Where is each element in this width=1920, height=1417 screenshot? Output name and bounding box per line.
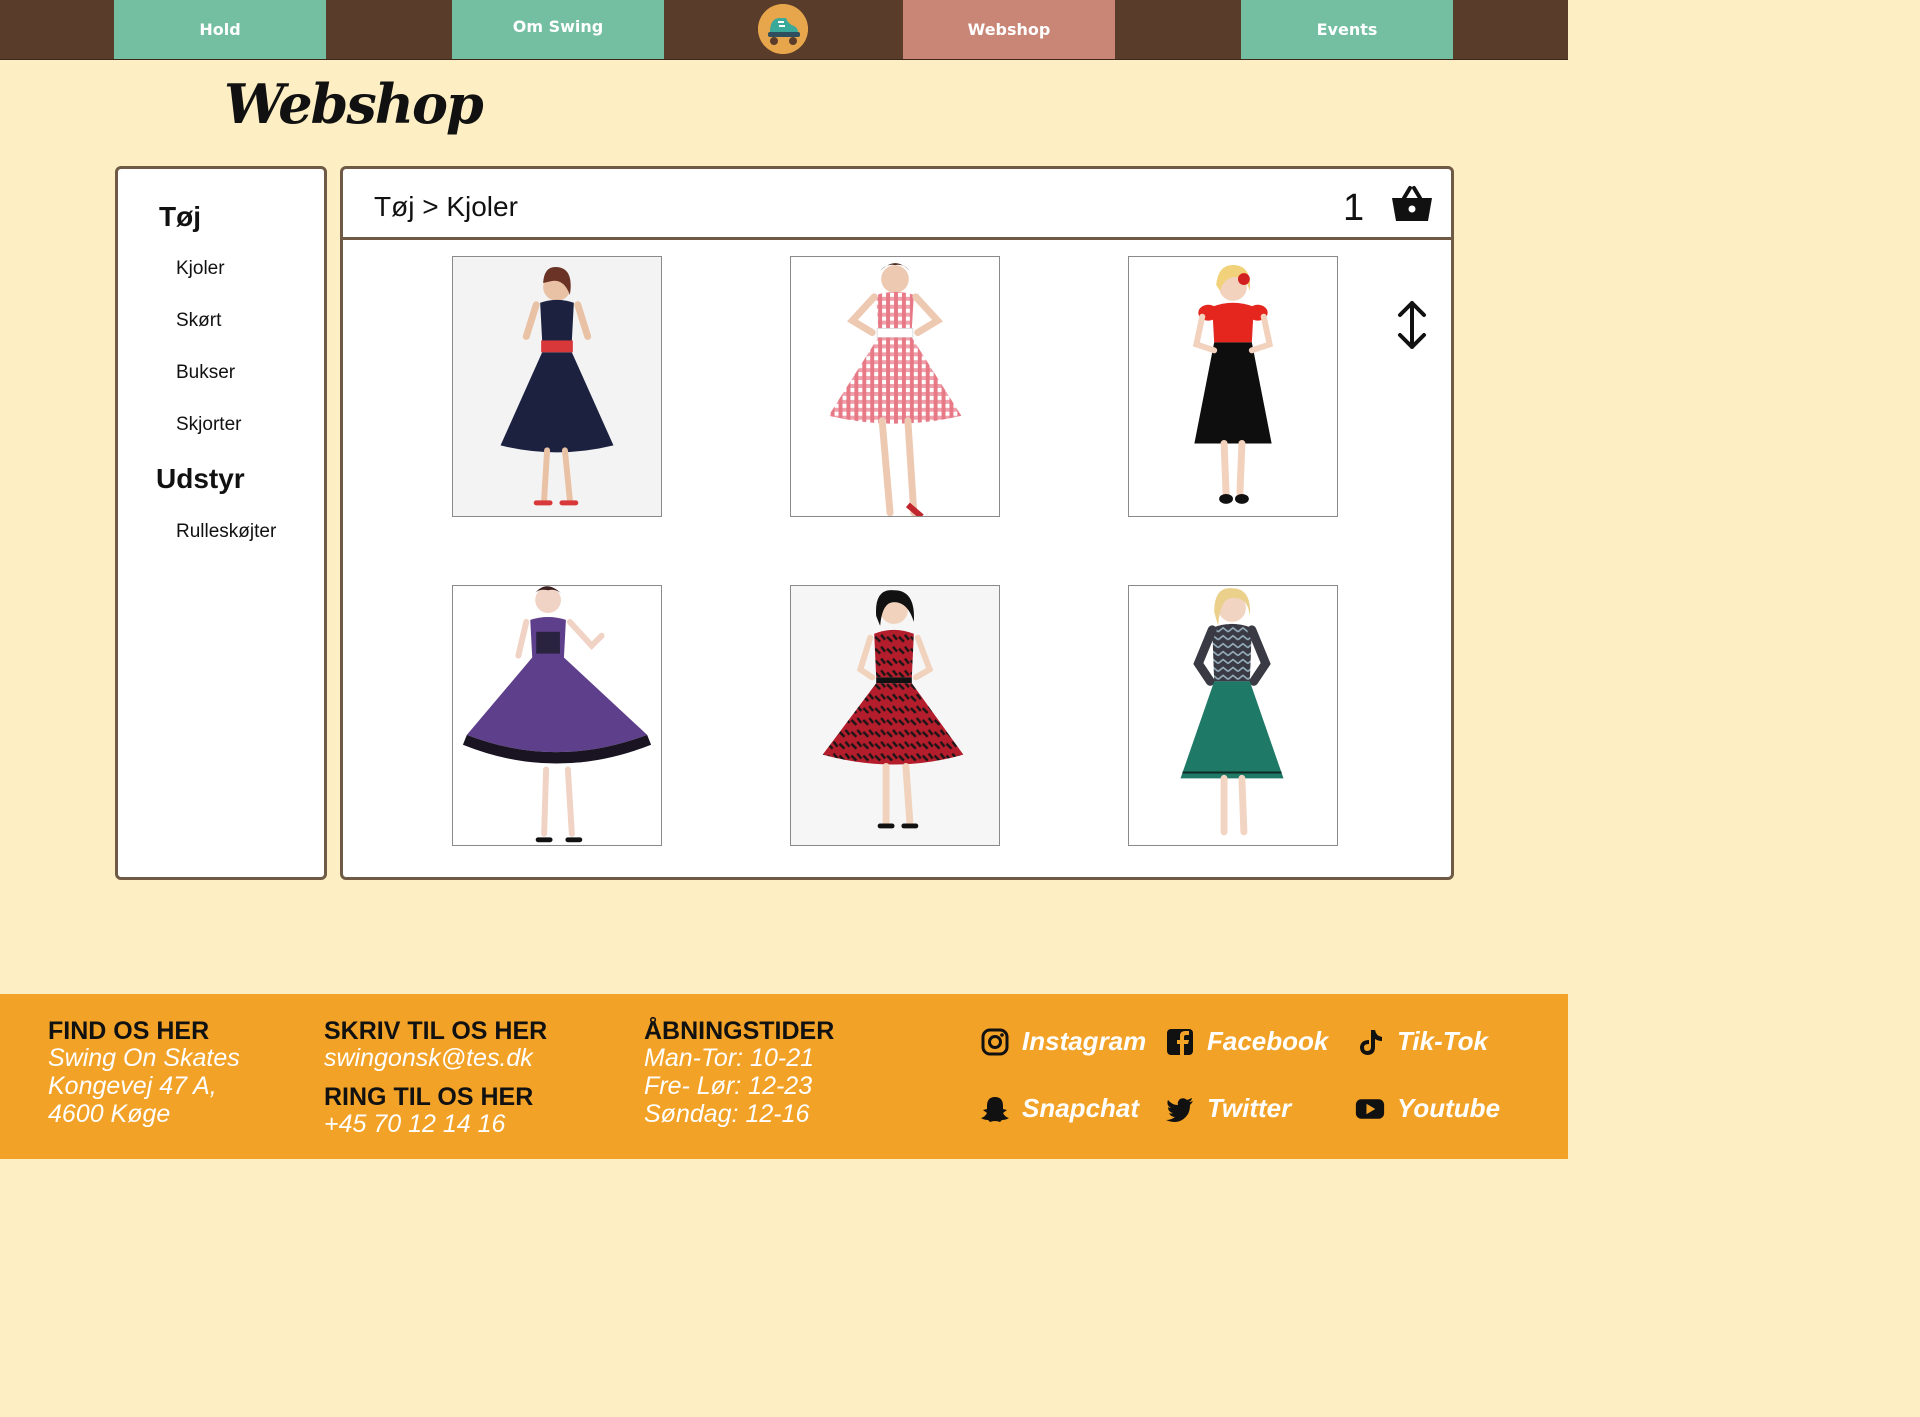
social-instagram[interactable]: Instagram xyxy=(980,1026,1146,1057)
nav-webshop[interactable]: Webshop xyxy=(903,0,1115,59)
product-card[interactable] xyxy=(452,256,662,517)
roller-skate-logo-icon[interactable] xyxy=(758,4,808,54)
dress-image xyxy=(1129,257,1337,516)
nav-om-swing-label: Om Swing xyxy=(512,17,604,36)
footer-hours-line: Fre- Lør: 12-23 xyxy=(644,1072,813,1100)
footer-hours-line: Man-Tor: 10-21 xyxy=(644,1044,814,1072)
nav-om-swing[interactable]: Om Swing xyxy=(452,0,664,59)
social-twitter[interactable]: Twitter xyxy=(1165,1093,1291,1124)
facebook-icon xyxy=(1167,1028,1193,1055)
footer-hours-line: Søndag: 12-16 xyxy=(644,1100,810,1128)
up-down-arrow-icon[interactable] xyxy=(1394,299,1430,351)
category-item-kjoler[interactable]: Kjoler xyxy=(176,258,225,280)
tiktok-icon xyxy=(1360,1029,1382,1055)
breadcrumb[interactable]: Tøj > Kjoler xyxy=(374,191,518,223)
top-navigation: Hold Om Swing Webshop Events xyxy=(0,0,1568,60)
basket-icon[interactable] xyxy=(1390,185,1434,223)
product-panel-header: Tøj > Kjoler 1 xyxy=(343,169,1451,240)
footer-write-heading: SKRIV TIL OS HER xyxy=(324,1017,548,1045)
youtube-icon xyxy=(1355,1098,1385,1119)
category-item-bukser[interactable]: Bukser xyxy=(176,362,235,384)
snapchat-icon xyxy=(981,1096,1009,1122)
product-card[interactable] xyxy=(790,585,1000,846)
category-item-skort[interactable]: Skørt xyxy=(176,310,221,332)
product-panel: Tøj > Kjoler 1 xyxy=(340,166,1454,880)
footer-find-heading: FIND OS HER xyxy=(48,1017,210,1045)
footer-email-link[interactable]: swingonsk@tes.dk xyxy=(324,1044,533,1072)
footer-call-heading: RING TIL OS HER xyxy=(324,1083,534,1111)
product-card[interactable] xyxy=(452,585,662,846)
social-instagram-label: Instagram xyxy=(1022,1026,1147,1056)
nav-events[interactable]: Events xyxy=(1241,0,1453,59)
cart-count: 1 xyxy=(1343,187,1365,229)
social-youtube-label: Youtube xyxy=(1397,1093,1501,1123)
social-twitter-label: Twitter xyxy=(1207,1093,1292,1123)
dress-image xyxy=(791,257,999,516)
footer-find-line: Swing On Skates xyxy=(48,1044,240,1072)
social-tiktok-label: Tik-Tok xyxy=(1397,1026,1489,1056)
instagram-icon xyxy=(981,1028,1009,1055)
dress-image xyxy=(453,586,661,845)
social-tiktok[interactable]: Tik-Tok xyxy=(1355,1026,1488,1057)
product-card[interactable] xyxy=(1128,585,1338,846)
social-snapchat[interactable]: Snapchat xyxy=(980,1093,1139,1124)
category-heading-toj[interactable]: Tøj xyxy=(159,201,201,233)
dress-image xyxy=(453,257,661,516)
category-item-rulleskojter[interactable]: Rulleskøjter xyxy=(176,521,276,543)
nav-events-label: Events xyxy=(1316,20,1378,39)
social-facebook-label: Facebook xyxy=(1207,1026,1329,1056)
page-title: Webshop xyxy=(224,72,484,136)
category-sidebar: Tøj Kjoler Skørt Bukser Skjorter Udstyr … xyxy=(115,166,327,880)
social-facebook[interactable]: Facebook xyxy=(1165,1026,1328,1057)
dress-image xyxy=(791,586,999,845)
nav-hold[interactable]: Hold xyxy=(114,0,326,59)
site-footer: FIND OS HER Swing On Skates Kongevej 47 … xyxy=(0,994,1568,1159)
social-youtube[interactable]: Youtube xyxy=(1355,1093,1500,1124)
footer-hours-heading: ÅBNINGSTIDER xyxy=(644,1017,835,1045)
dress-image xyxy=(1129,586,1337,845)
category-item-skjorter[interactable]: Skjorter xyxy=(176,414,241,436)
footer-find-line: 4600 Køge xyxy=(48,1100,171,1128)
product-card[interactable] xyxy=(790,256,1000,517)
product-card[interactable] xyxy=(1128,256,1338,517)
footer-phone[interactable]: +45 70 12 14 16 xyxy=(324,1110,505,1138)
social-snapchat-label: Snapchat xyxy=(1022,1093,1140,1123)
footer-find-line: Kongevej 47 A, xyxy=(48,1072,217,1100)
category-heading-udstyr[interactable]: Udstyr xyxy=(156,463,245,495)
twitter-icon xyxy=(1166,1097,1193,1122)
nav-hold-label: Hold xyxy=(199,20,241,39)
nav-webshop-label: Webshop xyxy=(967,20,1051,39)
